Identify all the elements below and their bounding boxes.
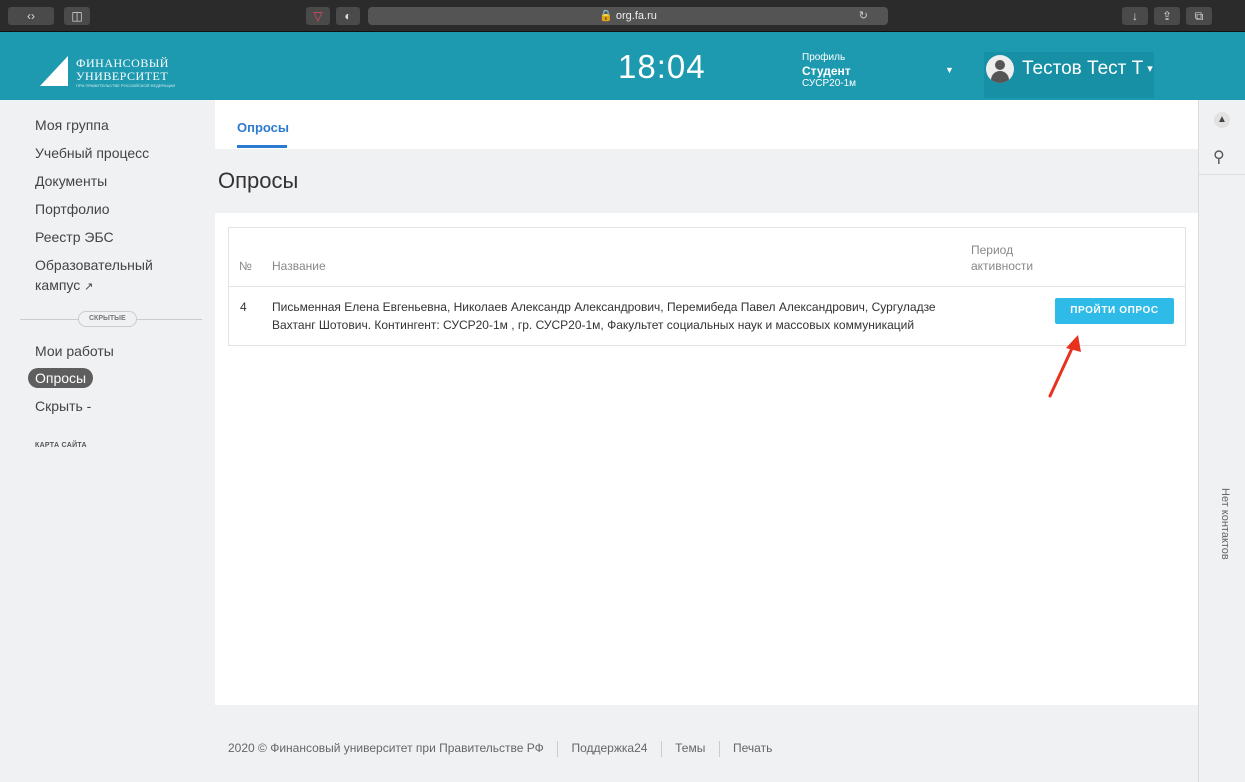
page-title: Опросы (218, 168, 299, 193)
column-header-period-line1: Период (971, 243, 1014, 257)
column-header-period-line2: активности (971, 259, 1034, 273)
footer-themes-link[interactable]: Темы (675, 741, 705, 755)
university-logo[interactable]: ФИНАНСОВЫЙ УНИВЕРСИТЕТ ПРИ ПРАВИТЕЛЬСТВЕ… (40, 52, 180, 92)
sidebar-item-portfolio[interactable]: Портфолио (35, 201, 110, 217)
sidebar-toggle-icon[interactable]: ◫ (64, 7, 90, 25)
survey-name-line2: Вахтанг Шотович. Контингент: СУСР20-1м ,… (272, 318, 915, 332)
footer-support-link[interactable]: Поддержка24 (571, 741, 647, 755)
survey-name-line1: Письменная Елена Евгеньевна, Николаев Ал… (272, 300, 936, 314)
take-survey-button[interactable]: ПРОЙТИ ОПРОС (1055, 298, 1174, 324)
tab-underline (237, 145, 287, 148)
url-text: org.fa.ru (615, 10, 657, 22)
reload-icon[interactable]: ↻ (859, 7, 868, 25)
logo-mark-icon (40, 56, 68, 86)
footer: 2020 © Финансовый университет при Правит… (228, 741, 772, 757)
sidebar-item-campus-line2[interactable]: кампус ↗ (35, 277, 93, 293)
share-icon[interactable]: ⇪ (1154, 7, 1180, 25)
sidebar-item-my-works[interactable]: Мои работы (35, 343, 114, 359)
logo-line2: УНИВЕРСИТЕТ (76, 69, 169, 83)
table-header-divider (228, 286, 1186, 287)
sidebar-item-study[interactable]: Учебный процесс (35, 145, 149, 161)
no-contacts-label: Нет контактов (1219, 488, 1231, 560)
pocket-icon[interactable]: ▽ (306, 7, 330, 25)
search-icon[interactable]: ⚲ (1213, 147, 1225, 167)
profile-switcher[interactable]: Профиль Студент СУСР20-1м (802, 52, 856, 90)
footer-separator (557, 741, 559, 757)
address-bar[interactable]: 🔒 org.fa.ru ↻ (368, 7, 888, 25)
footer-separator (660, 741, 662, 757)
profile-caret-icon[interactable]: ▼ (945, 65, 954, 75)
logo-line3: ПРИ ПРАВИТЕЛЬСТВЕ РОССИЙСКОЙ ФЕДЕРАЦИИ (76, 83, 176, 88)
table-cell-name: Письменная Елена Евгеньевна, Николаев Ал… (272, 298, 992, 334)
right-rail: ▲ ⚲ Нет контактов (1198, 100, 1245, 782)
column-header-name: Название (272, 259, 326, 273)
sidebar-item-documents[interactable]: Документы (35, 173, 107, 189)
tab-surveys[interactable]: Опросы (237, 120, 289, 135)
bell-icon[interactable]: ▲ (1214, 112, 1230, 128)
column-header-num: № (239, 259, 252, 273)
sidebar-item-ebs[interactable]: Реестр ЭБС (35, 229, 114, 245)
back-forward-buttons[interactable]: ‹› (8, 7, 54, 25)
profile-label: Профиль (802, 52, 846, 63)
profile-group: СУСР20-1м (802, 78, 857, 89)
footer-separator (718, 741, 720, 757)
avatar[interactable] (986, 55, 1014, 83)
tab-bar: Опросы (215, 100, 1198, 149)
footer-copyright: 2020 © Финансовый университет при Правит… (228, 741, 544, 756)
lock-icon: 🔒 (599, 10, 613, 22)
clock: 18:04 (618, 48, 706, 85)
column-header-period: Период активности (971, 242, 1033, 274)
sidebar: Моя группа Учебный процесс Документы Пор… (0, 100, 215, 782)
sidebar-item-campus[interactable]: Образовательный (35, 257, 153, 273)
table-cell-num: 4 (240, 300, 247, 314)
footer-print-link[interactable]: Печать (733, 741, 772, 755)
privacy-shield-icon[interactable]: ◐ (336, 7, 360, 25)
browser-toolbar: ‹› ◫ ▽ ◐ 🔒 org.fa.ru ↻ ↓ ⇪ ⧉ (0, 0, 1245, 32)
sitemap-link[interactable]: КАРТА САЙТА (35, 442, 87, 449)
download-icon[interactable]: ↓ (1122, 7, 1148, 25)
sidebar-item-surveys[interactable]: Опросы (28, 368, 94, 388)
user-caret-icon: ▾ (1147, 63, 1153, 76)
tabs-icon[interactable]: ⧉ (1186, 7, 1212, 25)
profile-role: Студент (802, 64, 851, 78)
rail-divider (1199, 174, 1245, 175)
red-arrow-annotation (1048, 335, 1081, 398)
sidebar-item-my-group[interactable]: Моя группа (35, 117, 109, 133)
header-right-strip (1198, 32, 1245, 100)
hidden-section-label: СКРЫТЫЕ (78, 311, 137, 327)
sidebar-item-hide[interactable]: Скрыть - (35, 398, 91, 414)
external-link-icon: ↗ (84, 281, 94, 293)
user-name[interactable]: Тестов Тест Т ▾ (1022, 58, 1153, 80)
